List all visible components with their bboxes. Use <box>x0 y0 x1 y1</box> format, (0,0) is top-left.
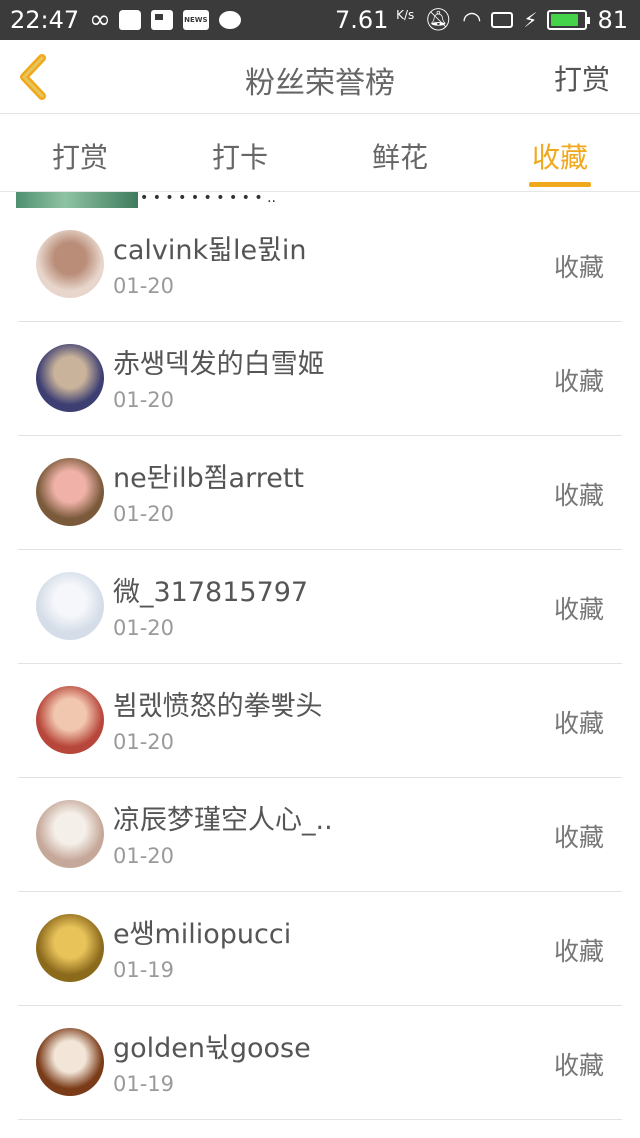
date-label: 01-19 <box>113 958 175 982</box>
user-name: e쌩miliopucci <box>113 919 292 950</box>
date-label: 01-20 <box>113 730 175 754</box>
network-speed-unit: K/s <box>396 8 415 22</box>
user-name: 微_317815797 <box>113 577 309 608</box>
news-icon: NEWS <box>182 10 209 30</box>
fan-list: calvink됣le뮔in 01-20 收藏 赤쌩덱发的白雪姬 01-20 收藏 ne돤il… <box>18 208 622 1120</box>
avatar[interactable] <box>36 572 104 640</box>
notification-icon <box>118 10 141 30</box>
list-item[interactable]: e쌩miliopucci 01-19 收藏 <box>18 892 622 1006</box>
mute-icon: 🔕︎ <box>424 7 453 33</box>
tab-checkin[interactable]: 打卡 <box>160 114 320 191</box>
status-time: 22:47 <box>10 6 80 34</box>
list-item[interactable]: calvink됣le뮔in 01-20 收藏 <box>18 208 622 322</box>
battery-level: 81 <box>597 6 628 34</box>
favorite-action: 收藏 <box>553 823 604 852</box>
favorite-action: 收藏 <box>553 937 604 966</box>
favorite-action: 收藏 <box>553 367 604 396</box>
user-name: ne돤ilb쬠arrett <box>113 463 305 494</box>
avatar[interactable] <box>36 686 104 754</box>
user-name: 뵘렜愤怒的拳뽲头 <box>113 691 323 722</box>
list-item[interactable]: 微_317815797 01-20 收藏 <box>18 550 622 664</box>
date-label: 01-20 <box>113 502 175 526</box>
user-name: 凉辰梦瑾空人心_.. <box>113 805 333 836</box>
tab-flowers[interactable]: 鲜花 <box>320 114 480 191</box>
date-label: 01-19 <box>113 1072 175 1096</box>
favorite-action: 收藏 <box>553 253 604 282</box>
page-title: 粉丝荣誉榜 <box>245 66 395 101</box>
tab-reward[interactable]: 打赏 <box>0 114 160 191</box>
battery-icon <box>547 10 591 30</box>
network-speed-value: 7.61 <box>335 6 389 34</box>
charging-icon: ⚡︎ <box>523 8 538 32</box>
avatar[interactable] <box>36 800 104 868</box>
date-label: 01-20 <box>113 616 175 640</box>
date-label: 01-20 <box>113 844 175 868</box>
status-right: 7.61 K/s 🔕︎ ◠ ⚡︎ 81 <box>335 6 628 34</box>
favorite-action: 收藏 <box>553 595 604 624</box>
nav-bar: 粉丝荣誉榜 打赏 <box>0 40 640 114</box>
user-name: 赤쌩덱发的白雪姬 <box>113 349 325 380</box>
image-icon <box>150 10 173 30</box>
user-name: golden뉛goose <box>113 1033 311 1064</box>
banner-dots: • • • • • • • • • • .. <box>140 190 276 206</box>
favorite-action: 收藏 <box>553 481 604 510</box>
network-speed: 7.61 K/s <box>335 6 414 34</box>
infinity-icon: ∞ <box>89 5 111 35</box>
list-item[interactable]: 뵘렜愤怒的拳뽲头 01-20 收藏 <box>18 664 622 778</box>
date-label: 01-20 <box>113 274 175 298</box>
chat-icon <box>218 11 241 29</box>
list-item[interactable]: 凉辰梦瑾空人心_.. 01-20 收藏 <box>18 778 622 892</box>
avatar[interactable] <box>36 230 104 298</box>
user-name: calvink됣le뮔in <box>113 235 307 266</box>
favorite-action: 收藏 <box>553 1051 604 1080</box>
banner-image[interactable] <box>16 192 138 208</box>
favorite-action: 收藏 <box>553 709 604 738</box>
status-bar: 22:47 ∞ NEWS 7.61 K/s 🔕︎ ◠ ⚡︎ 81 <box>0 0 640 40</box>
avatar[interactable] <box>36 344 104 412</box>
date-label: 01-20 <box>113 388 175 412</box>
reward-button[interactable]: 打赏 <box>554 58 610 98</box>
avatar[interactable] <box>36 914 104 982</box>
tab-favorites[interactable]: 收藏 <box>480 114 640 191</box>
status-left: 22:47 ∞ NEWS <box>10 5 241 35</box>
avatar[interactable] <box>36 458 104 526</box>
list-item[interactable]: 赤쌩덱发的白雪姬 01-20 收藏 <box>18 322 622 436</box>
list-item[interactable]: ne돤ilb쬠arrett 01-20 收藏 <box>18 436 622 550</box>
tab-bar: 打赏 打卡 鲜花 收藏 <box>0 114 640 192</box>
screen-icon <box>491 12 514 28</box>
list-item[interactable]: golden뉛goose 01-19 收藏 <box>18 1006 622 1120</box>
avatar[interactable] <box>36 1028 104 1096</box>
wifi-icon: ◠ <box>462 7 482 33</box>
